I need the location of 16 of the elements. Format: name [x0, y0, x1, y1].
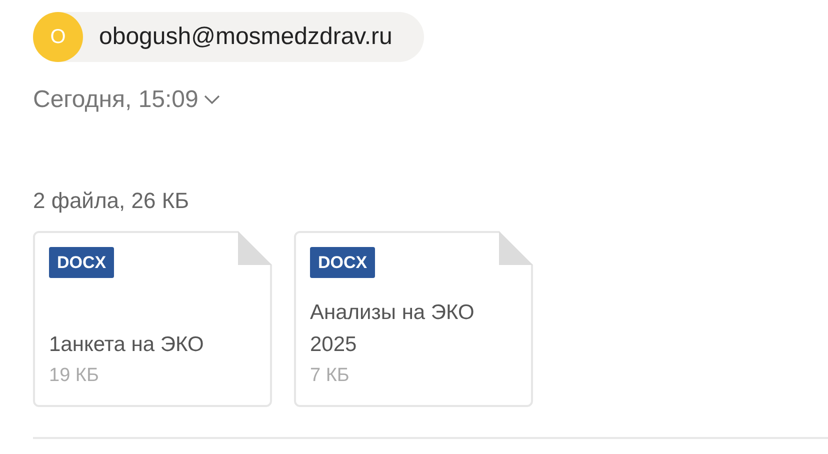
file-size: 7 КБ — [310, 364, 350, 388]
page-fold-icon — [499, 231, 533, 265]
date-text[interactable]: Сегодня, 15:09 — [33, 82, 198, 118]
file-name: Анализы на ЭКО 2025 — [310, 300, 476, 358]
attachments-summary: 2 файла, 26 КБ — [33, 187, 190, 215]
avatar: O — [33, 12, 83, 62]
file-name: 1анкета на ЭКО — [49, 332, 205, 358]
page-fold-icon — [238, 231, 272, 265]
attachment-card[interactable]: DOCX 1анкета на ЭКО 19 КБ — [33, 231, 272, 407]
file-type-badge: DOCX — [310, 247, 376, 278]
file-type-badge: DOCX — [49, 247, 114, 278]
sender-chip[interactable]: O obogush@mosmedzdrav.ru — [33, 12, 424, 62]
chevron-down-icon[interactable] — [204, 95, 220, 105]
file-size: 19 КБ — [49, 364, 100, 388]
sender-email: obogush@mosmedzdrav.ru — [99, 22, 392, 52]
attachment-card[interactable]: DOCX Анализы на ЭКО 2025 7 КБ — [294, 231, 533, 407]
